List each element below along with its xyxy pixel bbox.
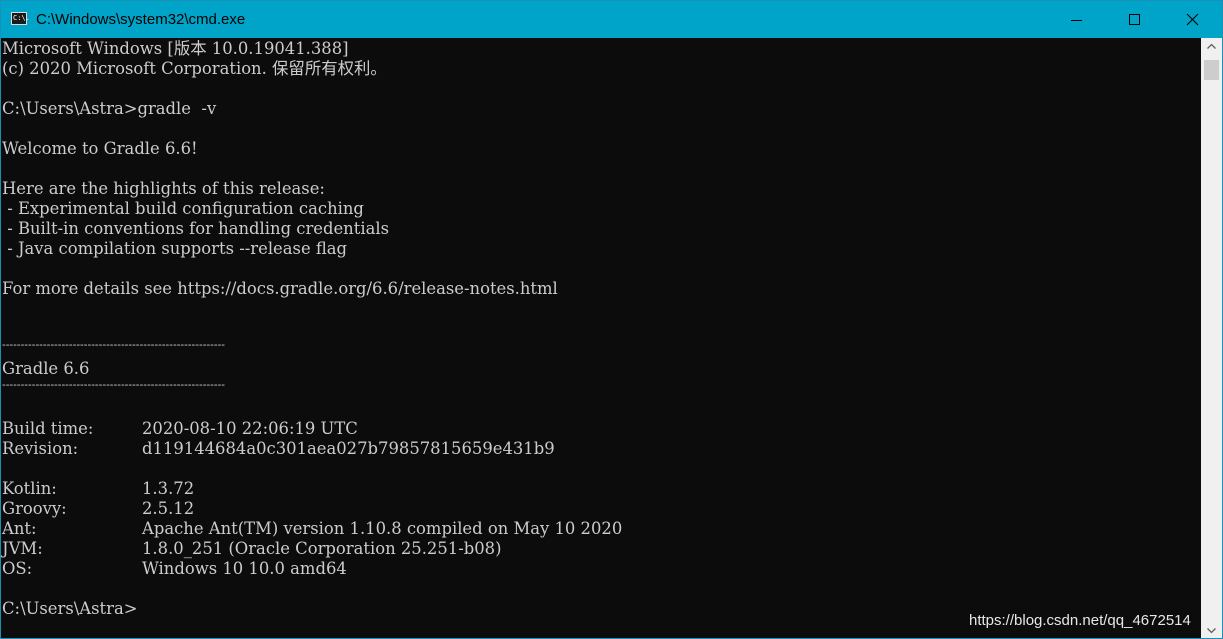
build-time-value: 2020-08-10 22:06:19 UTC	[142, 419, 358, 438]
jvm-label: JVM:	[2, 539, 43, 558]
separator-rule-top: ----------------------------------------…	[2, 338, 226, 351]
os-label: OS:	[2, 559, 33, 578]
chevron-up-icon	[1207, 43, 1216, 49]
close-icon	[1186, 13, 1199, 26]
close-button[interactable]	[1163, 1, 1221, 38]
scroll-thumb[interactable]	[1204, 60, 1219, 80]
jvm-value: 1.8.0_251 (Oracle Corporation 25.251-b08…	[142, 539, 502, 558]
groovy-value: 2.5.12	[142, 499, 195, 518]
revision-label: Revision:	[2, 439, 79, 458]
groovy-label: Groovy:	[2, 499, 67, 518]
highlights-title: Here are the highlights of this release:	[2, 179, 325, 198]
ant-label: Ant:	[2, 519, 37, 538]
scroll-up-button[interactable]	[1201, 38, 1222, 55]
final-prompt[interactable]: C:\Users\Astra>	[2, 599, 137, 619]
watermark-text: https://blog.csdn.net/qq_4672514	[969, 612, 1191, 629]
app-icon-glyph: C:\.	[13, 14, 30, 22]
ant-value: Apache Ant(TM) version 1.10.8 compiled o…	[142, 519, 623, 538]
kotlin-label: Kotlin:	[2, 479, 57, 498]
details-line: For more details see https://docs.gradle…	[2, 279, 558, 298]
cmd-app-icon[interactable]: C:\.	[11, 12, 30, 25]
highlight-item: - Built-in conventions for handling cred…	[2, 219, 389, 238]
console-header-line-1: Microsoft Windows [版本 10.0.19041.388]	[2, 39, 349, 58]
highlight-item: - Java compilation supports --release fl…	[2, 239, 348, 258]
separator-rule-bottom: ----------------------------------------…	[2, 378, 226, 391]
kotlin-value: 1.3.72	[142, 479, 195, 498]
os-value: Windows 10 10.0 amd64	[142, 559, 347, 578]
console-output[interactable]: Microsoft Windows [版本 10.0.19041.388] (c…	[1, 38, 1201, 638]
chevron-down-icon	[1207, 628, 1216, 634]
scroll-down-button[interactable]	[1201, 622, 1222, 638]
cmd-window: C:\. C:\Windows\system32\cmd.exe Microso…	[0, 0, 1223, 639]
minimize-button[interactable]	[1047, 1, 1105, 38]
welcome-line: Welcome to Gradle 6.6!	[2, 139, 198, 158]
maximize-button[interactable]	[1105, 1, 1163, 38]
vertical-scrollbar[interactable]	[1201, 38, 1222, 638]
revision-value: d119144684a0c301aea027b79857815659e431b9	[142, 439, 555, 458]
command-line: C:\Users\Astra>gradle -v	[2, 99, 217, 118]
maximize-icon	[1129, 14, 1140, 25]
build-time-label: Build time:	[2, 419, 94, 438]
title-bar[interactable]: C:\. C:\Windows\system32\cmd.exe	[1, 1, 1222, 38]
console-header-line-2: (c) 2020 Microsoft Corporation. 保留所有权利。	[2, 59, 387, 78]
minimize-icon	[1071, 20, 1082, 21]
highlight-item: - Experimental build configuration cachi…	[2, 199, 364, 218]
window-title: C:\Windows\system32\cmd.exe	[36, 11, 246, 28]
